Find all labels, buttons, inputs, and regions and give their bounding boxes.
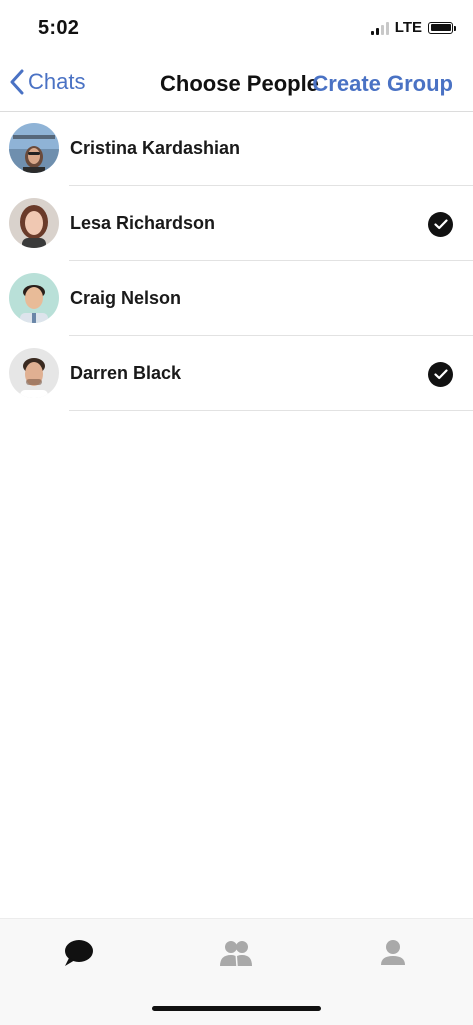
profile-icon <box>381 940 405 965</box>
people-list: Cristina Kardashian Lesa Richardson Crai… <box>0 111 473 411</box>
checkmark-icon[interactable] <box>428 362 453 387</box>
avatar <box>9 123 59 173</box>
chat-bubble-icon <box>65 940 93 966</box>
tab-contacts[interactable] <box>216 935 256 971</box>
home-indicator[interactable] <box>152 1006 321 1011</box>
avatar <box>9 273 59 323</box>
divider <box>69 410 473 411</box>
status-time: 5:02 <box>38 17 80 39</box>
page-title: Choose People <box>160 71 319 96</box>
navigation-bar: Chats Choose People Create Group <box>0 56 473 112</box>
checkmark-icon[interactable] <box>428 212 453 237</box>
list-item[interactable]: Craig Nelson <box>0 261 473 336</box>
battery-icon <box>428 21 456 34</box>
list-item[interactable]: Darren Black <box>0 336 473 411</box>
avatar <box>9 348 59 398</box>
person-name: Craig Nelson <box>70 288 182 308</box>
chevron-left-icon <box>10 69 24 95</box>
tab-chats[interactable] <box>58 935 98 971</box>
back-label: Chats <box>28 69 86 94</box>
person-name: Cristina Kardashian <box>70 138 241 158</box>
status-indicators: LTE <box>370 19 456 36</box>
status-bar: 5:02 LTE <box>0 0 473 56</box>
create-group-button[interactable]: Create Group <box>312 71 453 97</box>
back-button[interactable]: Chats <box>10 69 85 95</box>
person-name: Darren Black <box>70 363 182 383</box>
network-label: LTE <box>394 19 422 36</box>
tab-profile[interactable] <box>373 935 413 971</box>
avatar <box>9 198 59 248</box>
contacts-icon <box>220 941 252 967</box>
signal-strength-icon <box>370 21 389 35</box>
list-item[interactable]: Cristina Kardashian <box>0 111 473 186</box>
list-item[interactable]: Lesa Richardson <box>0 186 473 261</box>
person-name: Lesa Richardson <box>70 213 216 233</box>
